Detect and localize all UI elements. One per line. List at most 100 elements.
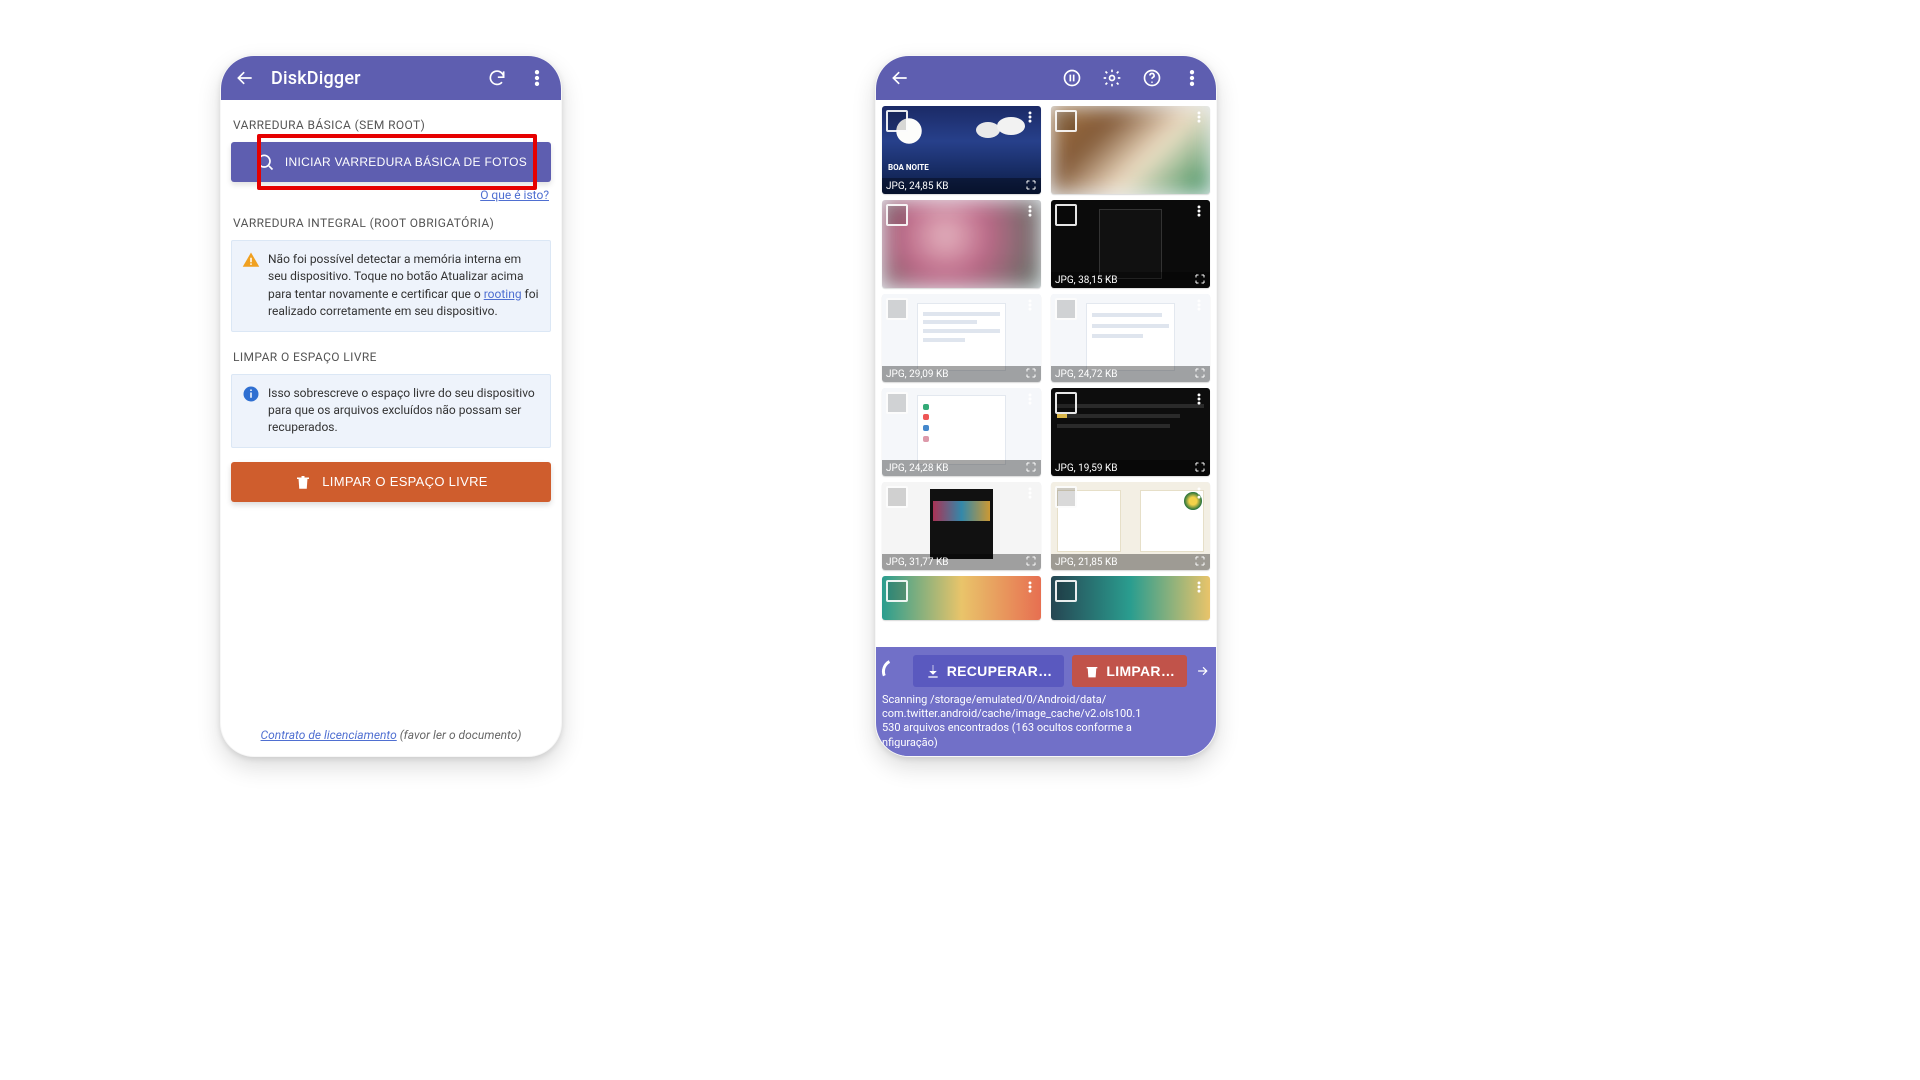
thumbnail[interactable]: JPG, 29,09 KB <box>882 294 1041 382</box>
expand-icon[interactable] <box>1024 178 1038 192</box>
thumb-size: JPG, 24,28 KB <box>886 463 949 474</box>
bottom-bar: RECUPERAR… LIMPAR… Scanning /storage/emu… <box>876 647 1216 756</box>
checkbox[interactable] <box>1055 298 1077 320</box>
thumbnail[interactable]: JPG, 24,72 KB <box>1051 294 1210 382</box>
info-text: Isso sobrescreve o espaço livre do seu d… <box>268 385 540 437</box>
results-grid[interactable]: BOA NOITE JPG, 24,85 KB <box>876 100 1216 626</box>
more-icon[interactable] <box>1191 203 1207 219</box>
search-icon <box>255 152 275 172</box>
expand-icon[interactable] <box>1193 272 1207 286</box>
back-icon[interactable] <box>231 64 259 92</box>
back-icon[interactable] <box>886 64 914 92</box>
device-right: BOA NOITE JPG, 24,85 KB <box>875 55 1217 757</box>
checkbox[interactable] <box>1055 204 1077 226</box>
info-card: Isso sobrescreve o espaço livre do seu d… <box>231 374 551 448</box>
log-line-2: com.twitter.android/cache/image_cache/v2… <box>882 707 1210 721</box>
expand-icon[interactable] <box>1193 366 1207 380</box>
section-wipe-title: LIMPAR O ESPAÇO LIVRE <box>233 350 549 364</box>
warning-icon <box>242 251 260 269</box>
more-icon[interactable] <box>1022 109 1038 125</box>
thumbnail[interactable]: BOA NOITE JPG, 24,85 KB <box>882 106 1041 194</box>
checkbox[interactable] <box>886 204 908 226</box>
thumbnail[interactable] <box>882 576 1041 620</box>
thumbnail[interactable] <box>1051 106 1210 194</box>
clean-button-label: LIMPAR… <box>1106 663 1175 679</box>
thumb-size: JPG, 24,72 KB <box>1055 369 1118 380</box>
expand-icon[interactable] <box>1193 460 1207 474</box>
log-line-1: Scanning /storage/emulated/0/Android/dat… <box>882 693 1210 707</box>
footer-paren: (favor ler o documento) <box>397 728 522 742</box>
expand-icon[interactable] <box>1193 554 1207 568</box>
trash-icon <box>294 473 312 491</box>
thumb-size: JPG, 29,09 KB <box>886 369 949 380</box>
more-icon[interactable] <box>1191 297 1207 313</box>
expand-icon[interactable] <box>1024 554 1038 568</box>
highlighted-area: INICIAR VARREDURA BÁSICA DE FOTOS <box>231 142 551 182</box>
content-left: VARREDURA BÁSICA (SEM ROOT) INICIAR VARR… <box>221 100 561 502</box>
appbar: DiskDigger <box>221 56 561 100</box>
checkbox[interactable] <box>1055 392 1077 414</box>
device-left: DiskDigger VARREDURA BÁSICA (SEM ROOT) I… <box>220 55 562 757</box>
appbar-right <box>876 56 1216 100</box>
basic-scan-button[interactable]: INICIAR VARREDURA BÁSICA DE FOTOS <box>231 142 551 182</box>
more-icon[interactable] <box>1022 391 1038 407</box>
gear-icon[interactable] <box>1098 64 1126 92</box>
rooting-link[interactable]: rooting <box>484 287 522 301</box>
thumbnail[interactable] <box>1051 576 1210 620</box>
wipe-button-label: LIMPAR O ESPAÇO LIVRE <box>322 474 487 489</box>
thumb-size: JPG, 31,77 KB <box>886 557 949 568</box>
more-icon[interactable] <box>1022 579 1038 595</box>
license-link[interactable]: Contrato de licenciamento <box>261 728 397 742</box>
thumbnail[interactable]: JPG, 31,77 KB <box>882 482 1041 570</box>
checkbox[interactable] <box>1055 580 1077 602</box>
pause-icon[interactable] <box>1058 64 1086 92</box>
log-line-3: 530 arquivos encontrados (163 ocultos co… <box>882 721 1210 735</box>
footer: Contrato de licenciamento (favor ler o d… <box>221 728 561 742</box>
expand-icon[interactable] <box>1024 366 1038 380</box>
spinner-icon <box>879 656 909 686</box>
section-basic-title: VARREDURA BÁSICA (SEM ROOT) <box>233 118 549 132</box>
more-icon[interactable] <box>1191 391 1207 407</box>
download-icon <box>925 663 941 679</box>
expand-icon[interactable] <box>1024 460 1038 474</box>
thumbnail[interactable]: JPG, 21,85 KB <box>1051 482 1210 570</box>
wipe-button[interactable]: LIMPAR O ESPAÇO LIVRE <box>231 462 551 502</box>
thumb-size: JPG, 21,85 KB <box>1055 557 1118 568</box>
more-icon[interactable] <box>1191 579 1207 595</box>
trash-icon <box>1084 663 1100 679</box>
recover-button[interactable]: RECUPERAR… <box>913 655 1065 687</box>
checkbox[interactable] <box>1055 486 1077 508</box>
log-line-4: nfiguração) <box>882 736 1210 750</box>
thumb-size: JPG, 19,59 KB <box>1055 463 1118 474</box>
info-icon <box>242 385 260 403</box>
more-vertical-icon[interactable] <box>523 64 551 92</box>
thumbnail[interactable]: JPG, 24,28 KB <box>882 388 1041 476</box>
more-icon[interactable] <box>1022 485 1038 501</box>
stage: DiskDigger VARREDURA BÁSICA (SEM ROOT) I… <box>0 0 1920 1080</box>
more-icon[interactable] <box>1022 297 1038 313</box>
warning-card: Não foi possível detectar a memória inte… <box>231 240 551 332</box>
checkbox[interactable] <box>886 580 908 602</box>
section-full-title: VARREDURA INTEGRAL (ROOT OBRIGATÓRIA) <box>233 216 549 230</box>
refresh-icon[interactable] <box>483 64 511 92</box>
more-icon[interactable] <box>1022 203 1038 219</box>
thumbnail[interactable]: JPG, 38,15 KB <box>1051 200 1210 288</box>
checkbox[interactable] <box>886 110 908 132</box>
more-icon[interactable] <box>1191 109 1207 125</box>
clean-button[interactable]: LIMPAR… <box>1072 655 1187 687</box>
thumb-size: JPG, 38,15 KB <box>1055 275 1118 286</box>
thumbnail[interactable] <box>882 200 1041 288</box>
what-is-this-link[interactable]: O que é isto? <box>480 188 549 202</box>
checkbox[interactable] <box>886 298 908 320</box>
basic-scan-button-label: INICIAR VARREDURA BÁSICA DE FOTOS <box>285 155 527 169</box>
checkbox[interactable] <box>1055 110 1077 132</box>
checkbox[interactable] <box>886 392 908 414</box>
thumb-size: JPG, 24,85 KB <box>886 181 949 192</box>
help-icon[interactable] <box>1138 64 1166 92</box>
more-vertical-icon[interactable] <box>1178 64 1206 92</box>
thumbnail[interactable]: JPG, 19,59 KB <box>1051 388 1210 476</box>
recover-button-label: RECUPERAR… <box>947 663 1053 679</box>
app-title: DiskDigger <box>271 68 361 89</box>
more-icon[interactable] <box>1191 485 1207 501</box>
checkbox[interactable] <box>886 486 908 508</box>
